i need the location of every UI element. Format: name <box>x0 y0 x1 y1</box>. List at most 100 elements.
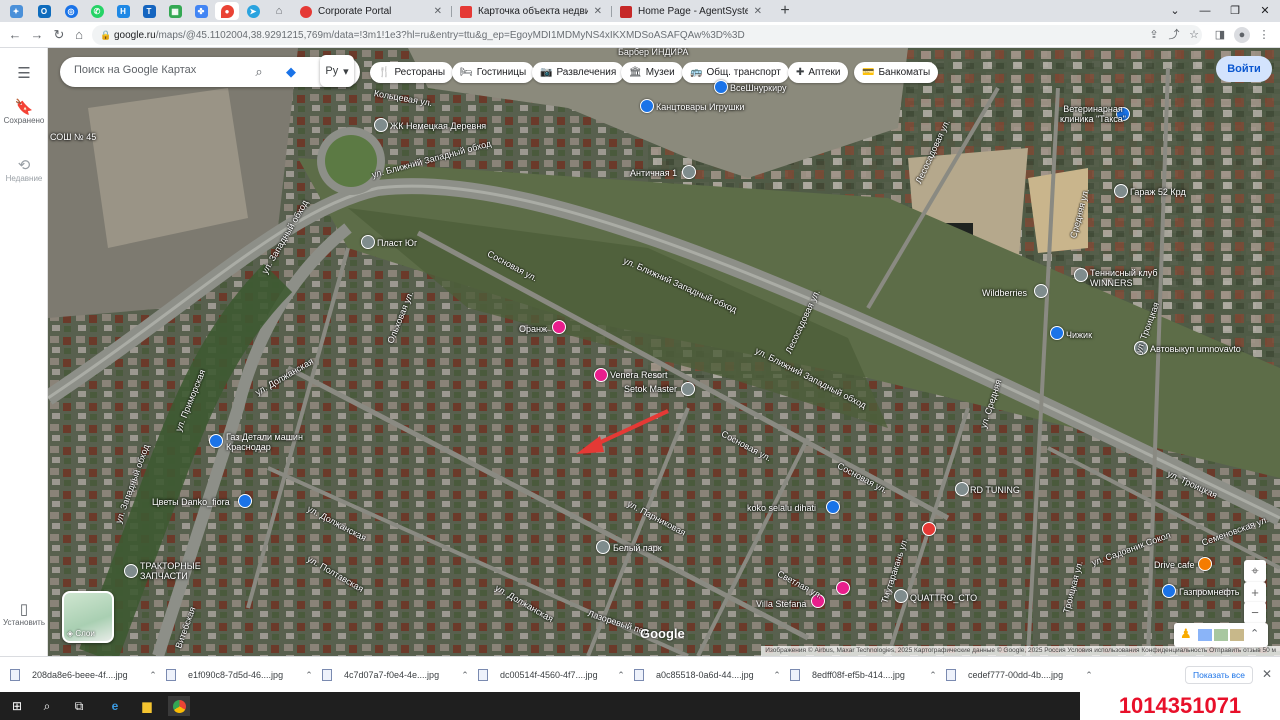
beauty-pin-icon[interactable] <box>552 320 566 334</box>
chip-entertainment[interactable]: 📷 Развлечения <box>532 62 625 83</box>
chip-hotels[interactable]: 🛏 Гостиницы <box>452 62 535 83</box>
download-item[interactable]: 8edff08f-ef5b-414....jpg ⌃ <box>790 666 940 684</box>
saved-button[interactable]: 🔖 Сохранено <box>0 98 48 126</box>
place-label[interactable]: Гараж 52 Крд <box>1130 187 1186 197</box>
reload-icon[interactable]: ↻ <box>50 26 68 44</box>
pinned-tab-telegram[interactable]: ➤ <box>241 2 265 20</box>
recent-button[interactable]: ⟲ Недавние <box>0 156 48 184</box>
garage-pin-icon[interactable] <box>1114 184 1128 198</box>
place-label[interactable]: Ветеринарная клиника "Такса" <box>1048 104 1138 124</box>
restaurant-pin-icon[interactable] <box>922 522 936 536</box>
place-label[interactable]: Villa Stefana <box>756 599 806 609</box>
shopping-pin-icon[interactable] <box>714 80 728 94</box>
close-icon[interactable]: ✕ <box>1262 667 1272 681</box>
search-input[interactable] <box>74 64 244 76</box>
download-item[interactable]: a0c85518-0a6d-44....jpg ⌃ <box>634 666 784 684</box>
layers-button[interactable]: ◈ Слои <box>62 591 114 643</box>
chevron-up-icon[interactable]: ⌃ <box>770 670 784 681</box>
hamburger-menu-button[interactable]: ☰ <box>0 64 48 82</box>
install-button[interactable]: ▯ Установить <box>0 600 48 628</box>
place-label[interactable]: СОШ № 45 <box>50 132 96 142</box>
place-label[interactable]: Оранж <box>519 324 547 334</box>
download-item[interactable]: 4c7d07a7-f0e4-4e....jpg ⌃ <box>322 666 472 684</box>
building-pin-icon[interactable] <box>955 482 969 496</box>
place-label[interactable]: RD TUNING <box>970 485 1020 495</box>
windows-start-icon[interactable]: ⊞ <box>6 696 28 716</box>
zoom-in-button[interactable]: + <box>1244 582 1266 604</box>
profile-avatar-icon[interactable]: ● <box>1234 27 1250 43</box>
imagery-thumb-icon[interactable] <box>1198 629 1212 641</box>
menu-kebab-icon[interactable]: ⋮ <box>1256 27 1272 43</box>
chip-pharmacies[interactable]: ✚ Аптеки <box>788 62 849 83</box>
chip-restaurants[interactable]: 🍴 Рестораны <box>370 62 454 83</box>
download-item[interactable]: 208da8e6-beee-4f....jpg ⌃ <box>10 666 160 684</box>
pinned-tab-h[interactable]: H <box>111 2 135 20</box>
place-label[interactable]: Wildberries <box>982 288 1027 298</box>
directions-icon[interactable]: ◆ <box>282 63 300 81</box>
language-select[interactable]: Ру ▾ <box>320 55 354 87</box>
imagery-thumb-icon[interactable] <box>1230 629 1244 641</box>
pinned-tab-house[interactable]: ⌂ <box>267 2 291 20</box>
sign-in-button[interactable]: Войти <box>1216 56 1272 82</box>
edge-icon[interactable]: e <box>104 696 126 716</box>
place-label[interactable]: ТРАКТОРНЫЕ ЗАПЧАСТИ <box>140 561 210 581</box>
tennis-pin-icon[interactable] <box>1074 268 1088 282</box>
pinned-tab-app[interactable]: ✦ <box>4 2 28 20</box>
chip-atms[interactable]: 💳 Банкоматы <box>854 62 939 83</box>
chevron-up-icon[interactable]: ⌃ <box>1082 670 1096 681</box>
back-arrow-icon[interactable]: ← <box>6 26 24 44</box>
shopping-pin-icon[interactable] <box>826 500 840 514</box>
building-pin-icon[interactable] <box>1034 284 1048 298</box>
gas-station-pin-icon[interactable] <box>1162 584 1176 598</box>
place-label[interactable]: Цветы Danko_fiora <box>152 497 230 507</box>
satellite-map[interactable]: ⌕ ◆ Ру ▾ 🍴Рестораны 🛏Гостиницы 📷Развлече… <box>48 48 1280 656</box>
chevron-up-icon[interactable]: ⌃ <box>458 670 472 681</box>
bookmark-star-icon[interactable]: ☆ <box>1186 27 1202 43</box>
maps-search-box[interactable]: ⌕ ◆ <box>60 57 360 87</box>
download-item[interactable]: e1f090c8-7d5d-46....jpg ⌃ <box>166 666 316 684</box>
place-label[interactable]: ВсеШнуркиру <box>730 83 787 93</box>
building-pin-icon[interactable] <box>374 118 388 132</box>
search-icon[interactable]: ⌕ <box>36 696 58 716</box>
chip-museums[interactable]: 🏛 Музеи <box>621 62 683 83</box>
my-location-button[interactable]: ⌖ <box>1244 560 1266 582</box>
install-app-icon[interactable]: ⇪ <box>1146 27 1162 43</box>
show-all-downloads-button[interactable]: Показать все <box>1185 666 1253 684</box>
place-label[interactable]: Пласт Юг <box>377 238 417 248</box>
chevron-up-icon[interactable]: ⌃ <box>302 670 316 681</box>
place-label[interactable]: Белый парк <box>613 543 662 553</box>
new-tab-plus-icon[interactable]: + <box>776 2 794 20</box>
download-item[interactable]: cedef777-00dd-4b....jpg ⌃ <box>946 666 1096 684</box>
place-label[interactable]: Чижик <box>1066 330 1092 340</box>
home-icon[interactable]: ⌂ <box>70 26 88 44</box>
building-pin-icon[interactable] <box>682 165 696 179</box>
place-label[interactable]: Drive cafe <box>1154 560 1195 570</box>
search-icon[interactable]: ⌕ <box>250 63 268 81</box>
tab-property-card[interactable]: Карточка объекта недвижимост ✕ <box>451 1 610 22</box>
imagery-thumb-icon[interactable] <box>1214 629 1228 641</box>
flowers-pin-icon[interactable] <box>238 494 252 508</box>
place-label[interactable]: Античная 1 <box>630 168 677 178</box>
park-pin-icon[interactable] <box>596 540 610 554</box>
tab-corporate-portal[interactable]: Corporate Portal ✕ <box>292 1 450 22</box>
pinned-tab-map[interactable]: ▦ <box>163 2 187 20</box>
side-panel-icon[interactable]: ◨ <box>1212 27 1228 43</box>
pinned-tab-outlook[interactable]: O <box>32 2 56 20</box>
zoom-out-button[interactable]: − <box>1244 602 1266 624</box>
forward-arrow-icon[interactable]: → <box>28 26 46 44</box>
building-pin-icon[interactable] <box>124 564 138 578</box>
pinned-tab-circle[interactable]: ◎ <box>59 2 83 20</box>
close-icon[interactable]: ✕ <box>754 6 762 17</box>
street-view-bar[interactable]: ♟ ⌃ <box>1174 623 1268 647</box>
spa-pin-icon[interactable] <box>594 368 608 382</box>
place-label[interactable]: Автовыкуп umnovavto <box>1150 344 1241 354</box>
close-icon[interactable]: ✕ <box>434 6 442 17</box>
pinned-tab-whatsapp[interactable]: ✆ <box>85 2 109 20</box>
minimize-icon[interactable]: — <box>1190 0 1220 22</box>
tab-search-chevron-icon[interactable]: ⌄ <box>1160 0 1190 22</box>
pegman-icon[interactable]: ♟ <box>1180 626 1192 642</box>
pinned-tab-puzzle[interactable]: ✤ <box>189 2 213 20</box>
cafe-pin-icon[interactable] <box>1198 557 1212 571</box>
place-label[interactable]: Setok Master <box>624 384 677 394</box>
beauty-pin-icon[interactable] <box>836 581 850 595</box>
